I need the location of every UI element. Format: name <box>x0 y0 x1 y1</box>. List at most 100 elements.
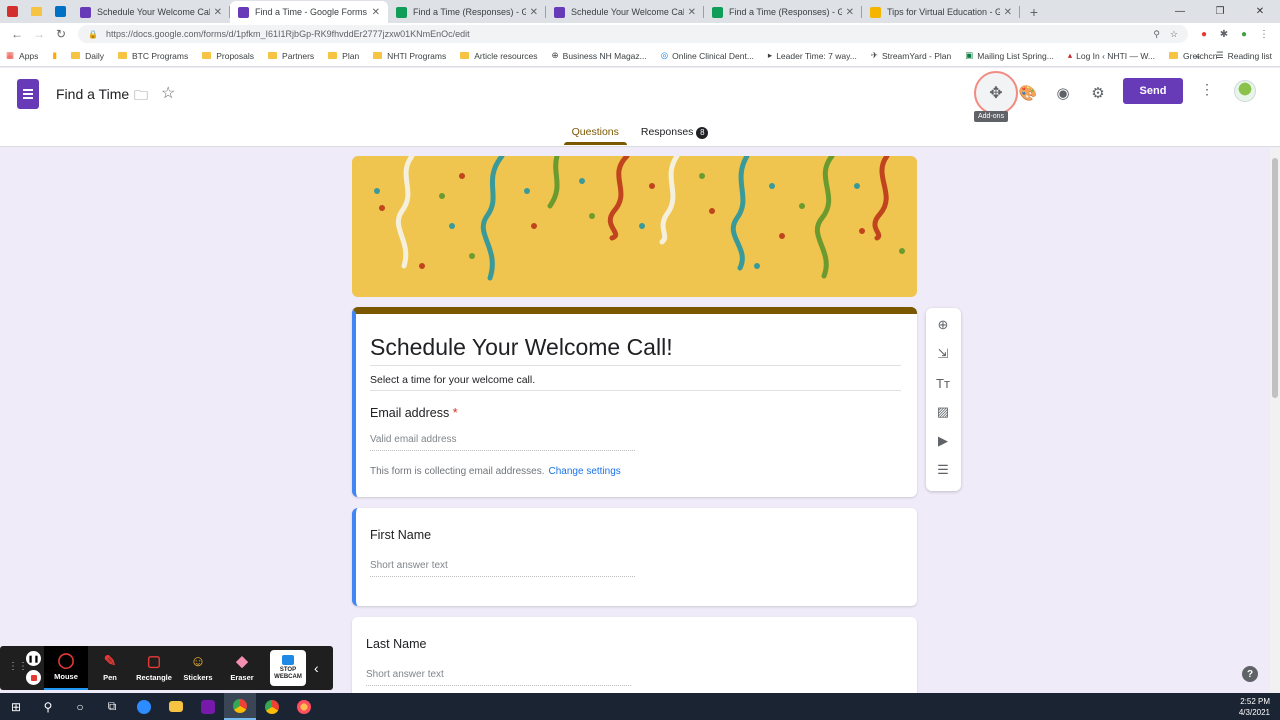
search-icon[interactable]: ⚲ <box>32 693 64 720</box>
settings-gear-icon[interactable]: ⚙ <box>1086 81 1110 105</box>
stop-recording-icon[interactable] <box>26 670 41 685</box>
change-settings-link[interactable]: Change settings <box>549 466 621 477</box>
form-description[interactable]: Select a time for your welcome call. <box>370 374 535 386</box>
browser-tab[interactable]: Tips for Virtual Education - Goog...✕ <box>862 1 1020 23</box>
bookmark-item[interactable]: ✈ StreamYard - Plan <box>871 50 951 61</box>
onenote-icon[interactable] <box>192 693 224 720</box>
avatar[interactable] <box>1234 80 1256 102</box>
bookmark-item[interactable]: NHTI Programs <box>373 51 446 61</box>
profile-icon[interactable]: ● <box>1234 29 1254 40</box>
addons-button[interactable]: ✥ <box>974 71 1018 115</box>
lock-icon[interactable]: 🔒 <box>88 30 98 39</box>
extensions-puzzle-icon[interactable]: ✱ <box>1214 29 1234 40</box>
move-to-folder-icon[interactable]: 🗀 <box>134 85 148 109</box>
form-title-card[interactable]: Schedule Your Welcome Call! Select a tim… <box>352 307 917 497</box>
bookmark-analytics[interactable]: ▮ <box>52 50 57 61</box>
minimize-icon[interactable]: — <box>1160 0 1200 22</box>
stop-webcam-button[interactable]: STOP WEBCAM <box>270 650 306 686</box>
drag-handle-icon[interactable]: ⋮⋮ <box>8 661 28 672</box>
reading-list[interactable]: ☰ Reading list <box>1216 50 1272 61</box>
restore-icon[interactable]: ❐ <box>1200 0 1240 22</box>
add-title-icon[interactable]: Tт <box>934 374 952 392</box>
bookmark-apps[interactable]: ▦ Apps <box>6 50 38 61</box>
close-tab-icon[interactable]: ✕ <box>846 7 854 18</box>
taskbar-clock[interactable]: 2:52 PM 4/3/2021 <box>1239 696 1270 718</box>
rectangle-tool[interactable]: ▢ Rectangle <box>132 646 176 690</box>
browser-tab[interactable]: Find a Time (Responses) - Googl...✕ <box>704 1 862 23</box>
bookmark-item[interactable]: Daily <box>71 51 104 61</box>
question-card-last-name[interactable]: Last Name Short answer text <box>352 617 917 693</box>
scrollbar-thumb[interactable] <box>1272 158 1278 398</box>
forward-icon[interactable]: → <box>28 27 50 41</box>
add-section-icon[interactable]: ☰ <box>934 461 952 479</box>
page-scrollbar[interactable] <box>1270 148 1280 693</box>
send-button[interactable]: Send <box>1123 78 1183 104</box>
question-card-first-name[interactable]: First Name Short answer text <box>352 508 917 606</box>
add-image-icon[interactable]: ▨ <box>934 403 952 421</box>
task-view-icon[interactable]: ⧉ <box>96 693 128 720</box>
bookmark-item[interactable]: Plan <box>328 51 359 61</box>
question-label[interactable]: First Name <box>370 528 431 542</box>
pinned-tab-pdf[interactable] <box>0 0 24 23</box>
tab-responses[interactable]: Responses 8 <box>633 120 717 145</box>
add-question-icon[interactable]: ⊕ <box>934 316 952 334</box>
browser-tab[interactable]: Schedule Your Welcome Call! ✕ <box>72 1 230 23</box>
star-icon[interactable]: ☆ <box>161 83 175 103</box>
import-questions-icon[interactable]: ⇲ <box>934 345 952 363</box>
bookmark-item[interactable]: BTC Programs <box>118 51 188 61</box>
bookmark-item[interactable]: Proposals <box>202 51 254 61</box>
bookmark-item[interactable]: ▣ Mailing List Spring... <box>965 50 1054 61</box>
more-vert-icon[interactable]: ⋮ <box>1200 81 1214 98</box>
pinned-tab-folder[interactable] <box>24 0 48 23</box>
browser-menu-icon[interactable]: ⋮ <box>1254 29 1274 40</box>
back-icon[interactable]: ← <box>6 27 28 41</box>
pause-recording-icon[interactable]: ❚❚ <box>26 651 41 666</box>
close-tab-icon[interactable]: ✕ <box>688 7 696 18</box>
file-explorer-icon[interactable] <box>160 693 192 720</box>
forms-logo-icon[interactable] <box>17 79 39 109</box>
stickers-tool[interactable]: ☺ Stickers <box>176 646 220 690</box>
close-tab-icon[interactable]: ✕ <box>1004 7 1012 18</box>
folder-icon <box>1169 52 1178 59</box>
close-window-icon[interactable]: ✕ <box>1240 0 1280 22</box>
bookmark-item[interactable]: ◎ Online Clinical Dent... <box>661 50 754 61</box>
preview-eye-icon[interactable]: ◉ <box>1051 81 1075 105</box>
pinned-tab-outlook[interactable] <box>48 0 72 23</box>
browser-tab[interactable]: Find a Time (Responses) - Googl...✕ <box>388 1 546 23</box>
chrome-taskbar-icon[interactable] <box>224 693 256 720</box>
new-tab-button[interactable]: + <box>1024 1 1044 23</box>
windows-start-icon[interactable]: ⊞ <box>0 693 32 720</box>
extension-icon[interactable]: ● <box>1194 29 1214 40</box>
chrome-profile-taskbar-icon[interactable] <box>256 693 288 720</box>
bookmark-item[interactable]: ▴ Log In ‹ NHTI — W... <box>1068 50 1155 61</box>
firefox-icon[interactable] <box>288 693 320 720</box>
form-name[interactable]: Find a Time <box>56 86 129 102</box>
bookmark-item[interactable]: ▸ Leader Time: 7 way... <box>768 50 857 61</box>
collapse-toolbar-icon[interactable]: ‹ <box>314 660 319 676</box>
close-tab-icon[interactable]: ✕ <box>530 7 538 18</box>
bookmark-item[interactable]: Article resources <box>460 51 538 61</box>
bookmark-item[interactable]: ⊕ Business NH Magaz... <box>552 50 647 61</box>
form-title[interactable]: Schedule Your Welcome Call! <box>370 334 673 361</box>
zoom-icon[interactable]: ⚲ <box>1153 29 1160 40</box>
zoom-app-icon[interactable] <box>128 693 160 720</box>
help-icon[interactable]: ? <box>1242 666 1258 682</box>
eraser-tool[interactable]: ◆ Eraser <box>220 646 264 690</box>
browser-tab[interactable]: Schedule Your Welcome Call! ✕ <box>546 1 704 23</box>
mouse-tool[interactable]: ◯ Mouse <box>44 646 88 690</box>
palette-icon[interactable]: 🎨 <box>1016 81 1040 105</box>
more-bookmarks-icon[interactable]: » <box>1195 51 1200 61</box>
cortana-icon[interactable]: ○ <box>64 693 96 720</box>
address-bar[interactable]: 🔒 https://docs.google.com/forms/d/1pfkm_… <box>78 25 1188 43</box>
close-tab-icon[interactable]: ✕ <box>214 7 222 18</box>
add-video-icon[interactable]: ▶ <box>934 432 952 450</box>
reload-icon[interactable]: ↻ <box>50 27 72 41</box>
bookmark-item[interactable]: Gretchcn <box>1169 51 1218 61</box>
pen-tool[interactable]: ✎ Pen <box>88 646 132 690</box>
close-tab-icon[interactable]: ✕ <box>372 7 380 18</box>
bookmark-item[interactable]: Partners <box>268 51 314 61</box>
question-label[interactable]: Last Name <box>366 637 426 651</box>
bookmark-star-icon[interactable]: ☆ <box>1170 29 1178 40</box>
browser-tab-active[interactable]: Find a Time - Google Forms ✕ <box>230 1 388 23</box>
tab-questions[interactable]: Questions <box>563 120 628 145</box>
